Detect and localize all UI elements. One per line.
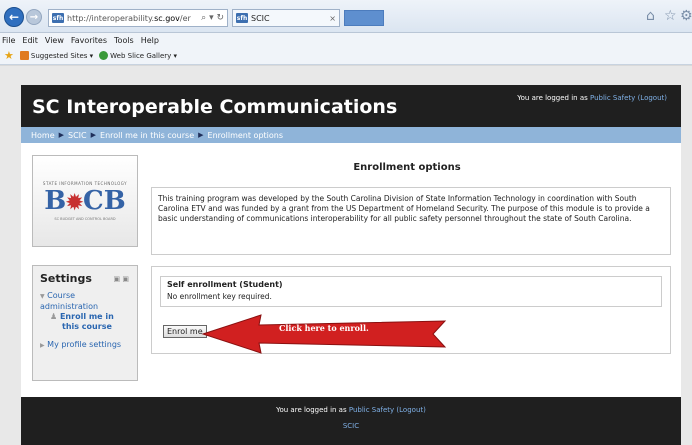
address-bar[interactable]: sfh http://interoperability.sc.gov/er ⌕ … bbox=[48, 9, 228, 27]
user-profile-link[interactable]: Public Safety bbox=[590, 94, 635, 102]
menu-help[interactable]: Help bbox=[141, 36, 159, 45]
settings-tree: ▼ Course administration ♟ Enroll me in t… bbox=[40, 291, 130, 351]
breadcrumb: Home ▶ SCIC ▶ Enroll me in this course ▶… bbox=[21, 127, 681, 143]
menu-file[interactable]: File bbox=[2, 36, 15, 45]
login-info: You are logged in as Public Safety (Logo… bbox=[517, 94, 667, 102]
page-viewport: SC Interoperable Communications You are … bbox=[0, 66, 692, 445]
settings-block: Settings ▣ ▣ ▼ Course administration ♟ E… bbox=[32, 265, 138, 381]
breadcrumb-current: Enrollment options bbox=[207, 130, 284, 140]
browser-tab[interactable]: sfh SCIC × bbox=[232, 9, 340, 27]
logout-link[interactable]: (Logout) bbox=[638, 94, 667, 102]
menu-tools[interactable]: Tools bbox=[114, 36, 134, 45]
arrow-callout-label: Click here to enroll. bbox=[279, 323, 369, 333]
suggested-sites-icon bbox=[19, 51, 29, 60]
menu-view[interactable]: View bbox=[45, 36, 64, 45]
page-title: Enrollment options bbox=[353, 162, 461, 173]
tab-close-icon[interactable]: × bbox=[329, 14, 336, 23]
breadcrumb-course[interactable]: SCIC bbox=[68, 131, 87, 140]
logo-bottom-text: SC BUDGET AND CONTROL BOARD bbox=[54, 217, 116, 221]
breadcrumb-separator-icon: ▶ bbox=[198, 131, 204, 139]
forward-button[interactable]: → bbox=[26, 9, 42, 25]
address-url: http://interoperability.sc.gov/er bbox=[67, 13, 191, 23]
tab-favicon-icon: sfh bbox=[236, 13, 248, 23]
footer-user-link[interactable]: Public Safety bbox=[349, 406, 394, 414]
expand-icon: ▶ bbox=[40, 342, 45, 349]
red-arrow-icon bbox=[201, 314, 447, 354]
self-enrolment-legend: Self enrollment (Student) bbox=[167, 280, 283, 289]
breadcrumb-separator-icon: ▶ bbox=[58, 131, 65, 139]
web-slice-gallery-link[interactable]: Web Slice Gallery ▾ bbox=[99, 51, 177, 60]
home-icon[interactable]: ⌂ bbox=[646, 8, 655, 24]
footer-course-link[interactable]: SCIC bbox=[21, 422, 681, 430]
enroll-me-link[interactable]: ♟ Enroll me in bbox=[40, 312, 130, 322]
moodle-page: SC Interoperable Communications You are … bbox=[21, 85, 681, 445]
breadcrumb-separator-icon: ▶ bbox=[90, 131, 97, 139]
site-title[interactable]: SC Interoperable Communications bbox=[32, 96, 397, 118]
block-controls-icon[interactable]: ▣ ▣ bbox=[114, 275, 129, 283]
scbcb-logo: STATE INFORMATION TECHNOLOGY B✹CB SC BUD… bbox=[32, 155, 138, 247]
my-profile-settings-node[interactable]: ▶ My profile settings bbox=[40, 340, 130, 351]
page-header: SC Interoperable Communications You are … bbox=[21, 85, 681, 127]
enroll-me-link-line2[interactable]: this course bbox=[40, 322, 130, 332]
browser-tabbar: ← → sfh http://interoperability.sc.gov/e… bbox=[0, 0, 692, 33]
site-favicon-icon: sfh bbox=[52, 13, 64, 23]
tools-gear-icon[interactable]: ⚙ bbox=[680, 8, 692, 24]
footer-login-info: You are logged in as Public Safety (Logo… bbox=[276, 406, 426, 414]
logo-mark: B✹CB bbox=[44, 186, 126, 216]
menu-bar: File Edit View Favorites Tools Help bbox=[0, 33, 692, 47]
footer-logout-link[interactable]: (Logout) bbox=[396, 406, 425, 414]
favorites-star-icon[interactable]: ☆ bbox=[664, 8, 677, 24]
self-enrolment-fieldset: Self enrollment (Student) No enrollment … bbox=[160, 276, 662, 307]
page-footer: You are logged in as Public Safety (Logo… bbox=[21, 397, 681, 445]
breadcrumb-home[interactable]: Home bbox=[31, 131, 55, 140]
menu-edit[interactable]: Edit bbox=[22, 36, 38, 45]
user-icon: ♟ bbox=[50, 312, 58, 321]
suggested-sites-link[interactable]: Suggested Sites ▾ bbox=[19, 51, 93, 60]
course-administration-node[interactable]: ▼ Course administration bbox=[40, 291, 130, 312]
course-description: This training program was developed by t… bbox=[151, 187, 671, 255]
tab-title: SCIC bbox=[251, 13, 270, 23]
new-tab-button[interactable] bbox=[344, 10, 384, 26]
no-key-notice: No enrollment key required. bbox=[167, 292, 272, 301]
favorites-bar: ★ Suggested Sites ▾ Web Slice Gallery ▾ bbox=[0, 47, 692, 65]
menu-favorites[interactable]: Favorites bbox=[71, 36, 107, 45]
address-actions-icon[interactable]: ⌕ ▾ ↻ bbox=[201, 13, 227, 23]
favorites-star-icon[interactable]: ★ bbox=[4, 49, 14, 62]
collapse-icon: ▼ bbox=[40, 293, 45, 300]
web-slice-icon bbox=[99, 51, 109, 60]
back-button[interactable]: ← bbox=[4, 7, 24, 27]
breadcrumb-enroll[interactable]: Enroll me in this course bbox=[100, 131, 194, 140]
